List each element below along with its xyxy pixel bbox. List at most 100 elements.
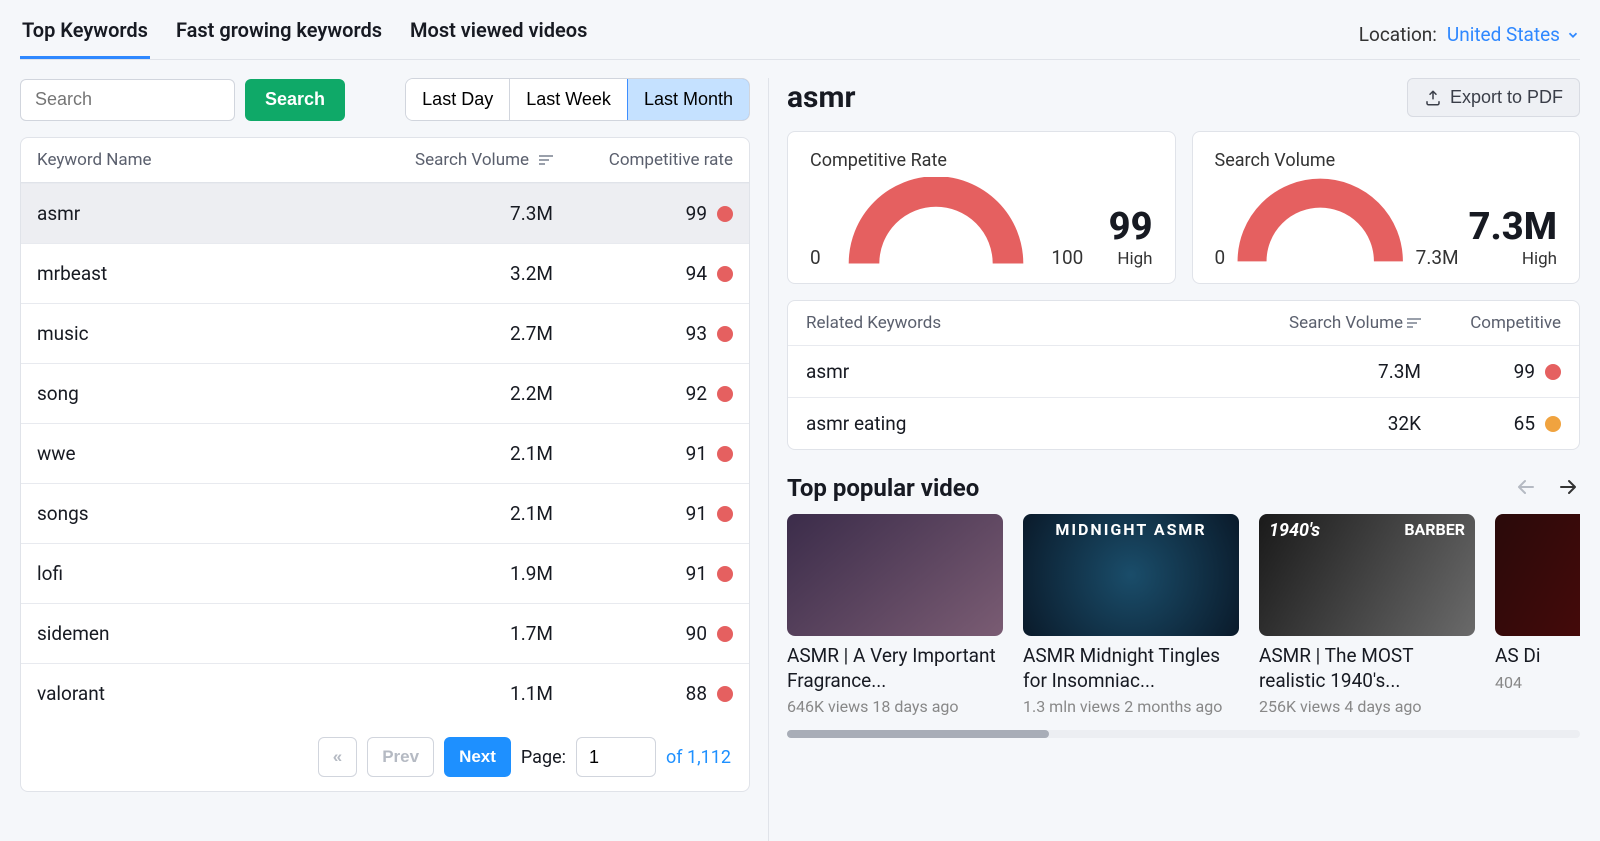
keyword-volume: 2.1M (353, 502, 553, 525)
keyword-volume: 2.7M (353, 322, 553, 345)
col-related-volume[interactable]: Search Volume (1231, 313, 1421, 333)
competitive-dot-icon (717, 686, 733, 702)
export-icon (1424, 89, 1442, 107)
tabs: Top Keywords Fast growing keywords Most … (20, 10, 589, 59)
pagination: « Prev Next Page: of 1,112 (21, 723, 749, 791)
keyword-volume: 1.9M (353, 562, 553, 585)
competitive-dot-icon (717, 266, 733, 282)
related-row[interactable]: asmr 7.3M 99 (788, 345, 1579, 397)
table-row[interactable]: song 2.2M 92 (21, 363, 749, 423)
competitive-dot-icon (1545, 416, 1561, 432)
videos-scrollbar[interactable] (787, 730, 1580, 738)
table-row[interactable]: sidemen 1.7M 90 (21, 603, 749, 663)
page-total: of 1,112 (666, 747, 731, 768)
period-toggle: Last Day Last Week Last Month (405, 78, 750, 121)
keyword-competitive: 90 (686, 622, 707, 645)
sort-desc-icon (1407, 318, 1421, 328)
keyword-name: wwe (37, 442, 353, 465)
keyword-competitive: 93 (686, 322, 707, 345)
keyword-competitive: 99 (686, 202, 707, 225)
table-row[interactable]: wwe 2.1M 91 (21, 423, 749, 483)
videos-carousel[interactable]: ASMR | A Very Important Fragrance... 646… (787, 514, 1580, 716)
related-competitive: 65 (1514, 412, 1535, 435)
video-card[interactable]: 1940'sBARBER ASMR | The MOST realistic 1… (1259, 514, 1475, 716)
export-pdf-button[interactable]: Export to PDF (1407, 78, 1580, 117)
col-related-keywords[interactable]: Related Keywords (806, 313, 1231, 333)
period-last-week[interactable]: Last Week (510, 79, 628, 120)
video-title: AS Di (1495, 644, 1580, 669)
video-thumbnail (787, 514, 1003, 636)
related-volume: 7.3M (1231, 360, 1421, 383)
keyword-competitive: 94 (686, 262, 707, 285)
keyword-name: lofi (37, 562, 353, 585)
competitive-rate-card: Competitive Rate 0 100 99 High (787, 131, 1176, 284)
video-title: ASMR Midnight Tingles for Insomniac... (1023, 644, 1239, 693)
tab-top-keywords[interactable]: Top Keywords (20, 10, 150, 59)
keyword-volume: 7.3M (353, 202, 553, 225)
sort-desc-icon (539, 155, 553, 165)
gauge-sub: High (1469, 249, 1557, 269)
video-card[interactable]: AS Di 404 (1495, 514, 1580, 716)
arrow-right-icon (1556, 475, 1580, 499)
related-name: asmr (806, 360, 1231, 383)
table-row[interactable]: music 2.7M 93 (21, 303, 749, 363)
video-thumbnail (1495, 514, 1580, 636)
arrow-left-icon (1514, 475, 1538, 499)
gauge-sub: High (1109, 249, 1153, 269)
tab-most-viewed[interactable]: Most viewed videos (408, 10, 589, 59)
gauge-arc-icon (1235, 177, 1405, 269)
top-videos-title: Top popular video (787, 474, 979, 502)
gauge-title: Competitive Rate (810, 150, 1153, 171)
competitive-dot-icon (717, 326, 733, 342)
col-competitive-rate[interactable]: Competitive rate (553, 150, 733, 170)
left-panel: Search Last Day Last Week Last Month Key… (20, 78, 750, 841)
video-meta: 1.3 mln views 2 months ago (1023, 697, 1239, 716)
video-meta: 646K views 18 days ago (787, 697, 1003, 716)
keyword-name: sidemen (37, 622, 353, 645)
keyword-title: asmr (787, 80, 855, 115)
col-related-competitive[interactable]: Competitive (1421, 313, 1561, 333)
col-keyword-name[interactable]: Keyword Name (37, 150, 353, 170)
table-row[interactable]: valorant 1.1M 88 (21, 663, 749, 723)
keyword-name: songs (37, 502, 353, 525)
video-title: ASMR | The MOST realistic 1940's... (1259, 644, 1475, 693)
video-card[interactable]: MIDNIGHT ASMR ASMR Midnight Tingles for … (1023, 514, 1239, 716)
video-thumbnail: 1940'sBARBER (1259, 514, 1475, 636)
keyword-volume: 3.2M (353, 262, 553, 285)
video-card[interactable]: ASMR | A Very Important Fragrance... 646… (787, 514, 1003, 716)
videos-prev-button[interactable] (1514, 475, 1538, 502)
table-row[interactable]: asmr 7.3M 99 (21, 183, 749, 243)
tab-fast-growing[interactable]: Fast growing keywords (174, 10, 384, 59)
competitive-dot-icon (717, 386, 733, 402)
first-page-button[interactable]: « (318, 737, 357, 777)
competitive-dot-icon (717, 206, 733, 222)
keyword-competitive: 91 (686, 502, 707, 525)
related-volume: 32K (1231, 412, 1421, 435)
competitive-dot-icon (717, 446, 733, 462)
videos-next-button[interactable] (1556, 475, 1580, 502)
page-input[interactable] (576, 737, 656, 777)
gauge-max: 7.3M (1416, 246, 1459, 269)
next-page-button[interactable]: Next (444, 737, 511, 777)
related-competitive: 99 (1514, 360, 1535, 383)
table-row[interactable]: lofi 1.9M 91 (21, 543, 749, 603)
table-row[interactable]: songs 2.1M 91 (21, 483, 749, 543)
prev-page-button[interactable]: Prev (367, 737, 434, 777)
keyword-name: valorant (37, 682, 353, 705)
keyword-competitive: 91 (686, 562, 707, 585)
competitive-dot-icon (717, 566, 733, 582)
search-button[interactable]: Search (245, 79, 345, 121)
competitive-dot-icon (1545, 364, 1561, 380)
location-selector[interactable]: Location: United States (1359, 23, 1580, 46)
keyword-competitive: 92 (686, 382, 707, 405)
related-name: asmr eating (806, 412, 1231, 435)
period-last-day[interactable]: Last Day (406, 79, 510, 120)
col-search-volume[interactable]: Search Volume (353, 150, 553, 170)
related-row[interactable]: asmr eating 32K 65 (788, 397, 1579, 449)
table-row[interactable]: mrbeast 3.2M 94 (21, 243, 749, 303)
search-input[interactable] (20, 79, 235, 121)
period-last-month[interactable]: Last Month (627, 78, 750, 121)
gauge-arc-icon (846, 177, 1026, 269)
gauge-value: 7.3M (1469, 205, 1557, 249)
gauge-title: Search Volume (1215, 150, 1558, 171)
